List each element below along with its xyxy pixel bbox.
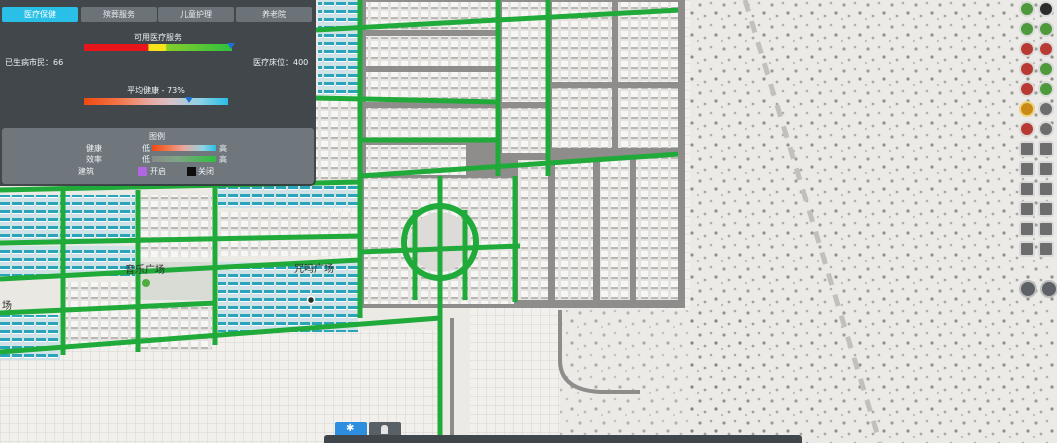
close-info-view-icon[interactable] — [1038, 1, 1054, 17]
bottom-tab-snowflake[interactable]: ✱ — [335, 422, 367, 435]
population-icon[interactable] — [1038, 101, 1054, 117]
weather-icon[interactable] — [1038, 221, 1054, 237]
land-value-icon[interactable] — [1019, 121, 1035, 137]
snowflake-icon: ✱ — [346, 423, 355, 434]
average-health-marker-icon — [185, 97, 194, 103]
location-marker-icon[interactable] — [306, 295, 316, 305]
fire-icon[interactable] — [1019, 81, 1035, 97]
map-label-square2: 咒吗广场 — [294, 262, 334, 275]
speed-gauge-icon[interactable] — [1019, 280, 1037, 298]
park-icon[interactable] — [142, 279, 150, 287]
legend-health-high: 高 — [219, 144, 227, 153]
routes-icon[interactable] — [1038, 161, 1054, 177]
legend-efficiency-high: 高 — [219, 155, 227, 164]
available-marker-icon — [227, 43, 235, 49]
available-healthcare-title: 可用医疗服务 — [134, 33, 182, 42]
legend-off-label: 关闭 — [198, 167, 214, 176]
buildings-level-icon[interactable] — [1038, 201, 1054, 217]
medical-beds-label: 医疗床位：400 — [253, 58, 309, 67]
legend-efficiency-gradient — [152, 156, 216, 162]
noise-icon[interactable] — [1038, 41, 1054, 57]
bottom-tab-people[interactable] — [369, 422, 401, 435]
sick-citizens-label: 已生病市民：66 — [5, 58, 64, 67]
garbage-icon[interactable] — [1038, 21, 1054, 37]
average-health-label: 平均健康 - 73% — [127, 86, 185, 95]
legend-health-name: 健康 — [86, 144, 102, 153]
traffic-icon[interactable] — [1019, 161, 1035, 177]
tab-healthcare[interactable]: 医疗保健 — [2, 7, 78, 22]
people-icon — [381, 425, 388, 434]
tab-childcare[interactable]: 儿童护理 — [158, 7, 234, 22]
districts-icon[interactable] — [1019, 201, 1035, 217]
map-label-music-square: 音乐广场 — [125, 263, 165, 276]
legend-on-label: 开启 — [150, 167, 166, 176]
citizen-icon[interactable] — [1019, 241, 1035, 257]
bottom-toolbar — [324, 435, 802, 443]
info-panel-tabs: 医疗保健 殡葬服务 儿童护理 养老院 — [0, 7, 316, 22]
pollution-icon[interactable] — [1019, 41, 1035, 57]
tourism-icon[interactable] — [1019, 181, 1035, 197]
building-on-swatch — [138, 167, 147, 176]
electricity-icon[interactable] — [1019, 1, 1035, 17]
public-transport-icon[interactable] — [1038, 121, 1054, 137]
legend-health-gradient — [152, 145, 216, 151]
smiley-icon[interactable] — [1038, 241, 1054, 257]
connections-icon[interactable] — [1019, 221, 1035, 237]
tab-deathcare[interactable]: 殡葬服务 — [81, 7, 157, 22]
water-icon[interactable] — [1019, 21, 1035, 37]
crime-icon[interactable] — [1019, 61, 1035, 77]
camera-icon[interactable] — [1038, 181, 1054, 197]
health-icon[interactable] — [1019, 101, 1035, 117]
tab-eldercare[interactable]: 养老院 — [236, 7, 312, 22]
wind-icon[interactable] — [1019, 141, 1035, 157]
legend-efficiency-low: 低 — [142, 155, 150, 164]
legend-box: 图例 健康 低 高 效率 低 高 建筑 开启 关闭 — [2, 128, 314, 184]
building-off-swatch — [187, 167, 196, 176]
legend-building-name: 建筑 — [78, 167, 94, 176]
happiness-icon[interactable] — [1038, 81, 1054, 97]
wave-icon[interactable] — [1040, 280, 1057, 298]
natural-resources-icon[interactable] — [1038, 141, 1054, 157]
average-health-bar — [84, 98, 228, 105]
legend-title: 图例 — [149, 132, 165, 141]
education-icon[interactable] — [1038, 61, 1054, 77]
legend-health-low: 低 — [142, 144, 150, 153]
map-label-edge: 场 — [2, 299, 12, 312]
legend-efficiency-name: 效率 — [86, 155, 102, 164]
available-healthcare-bar — [84, 44, 232, 51]
healthcare-info-panel: 医疗保健 殡葬服务 儿童护理 养老院 可用医疗服务 已生病市民：66 医疗床位：… — [0, 0, 316, 186]
